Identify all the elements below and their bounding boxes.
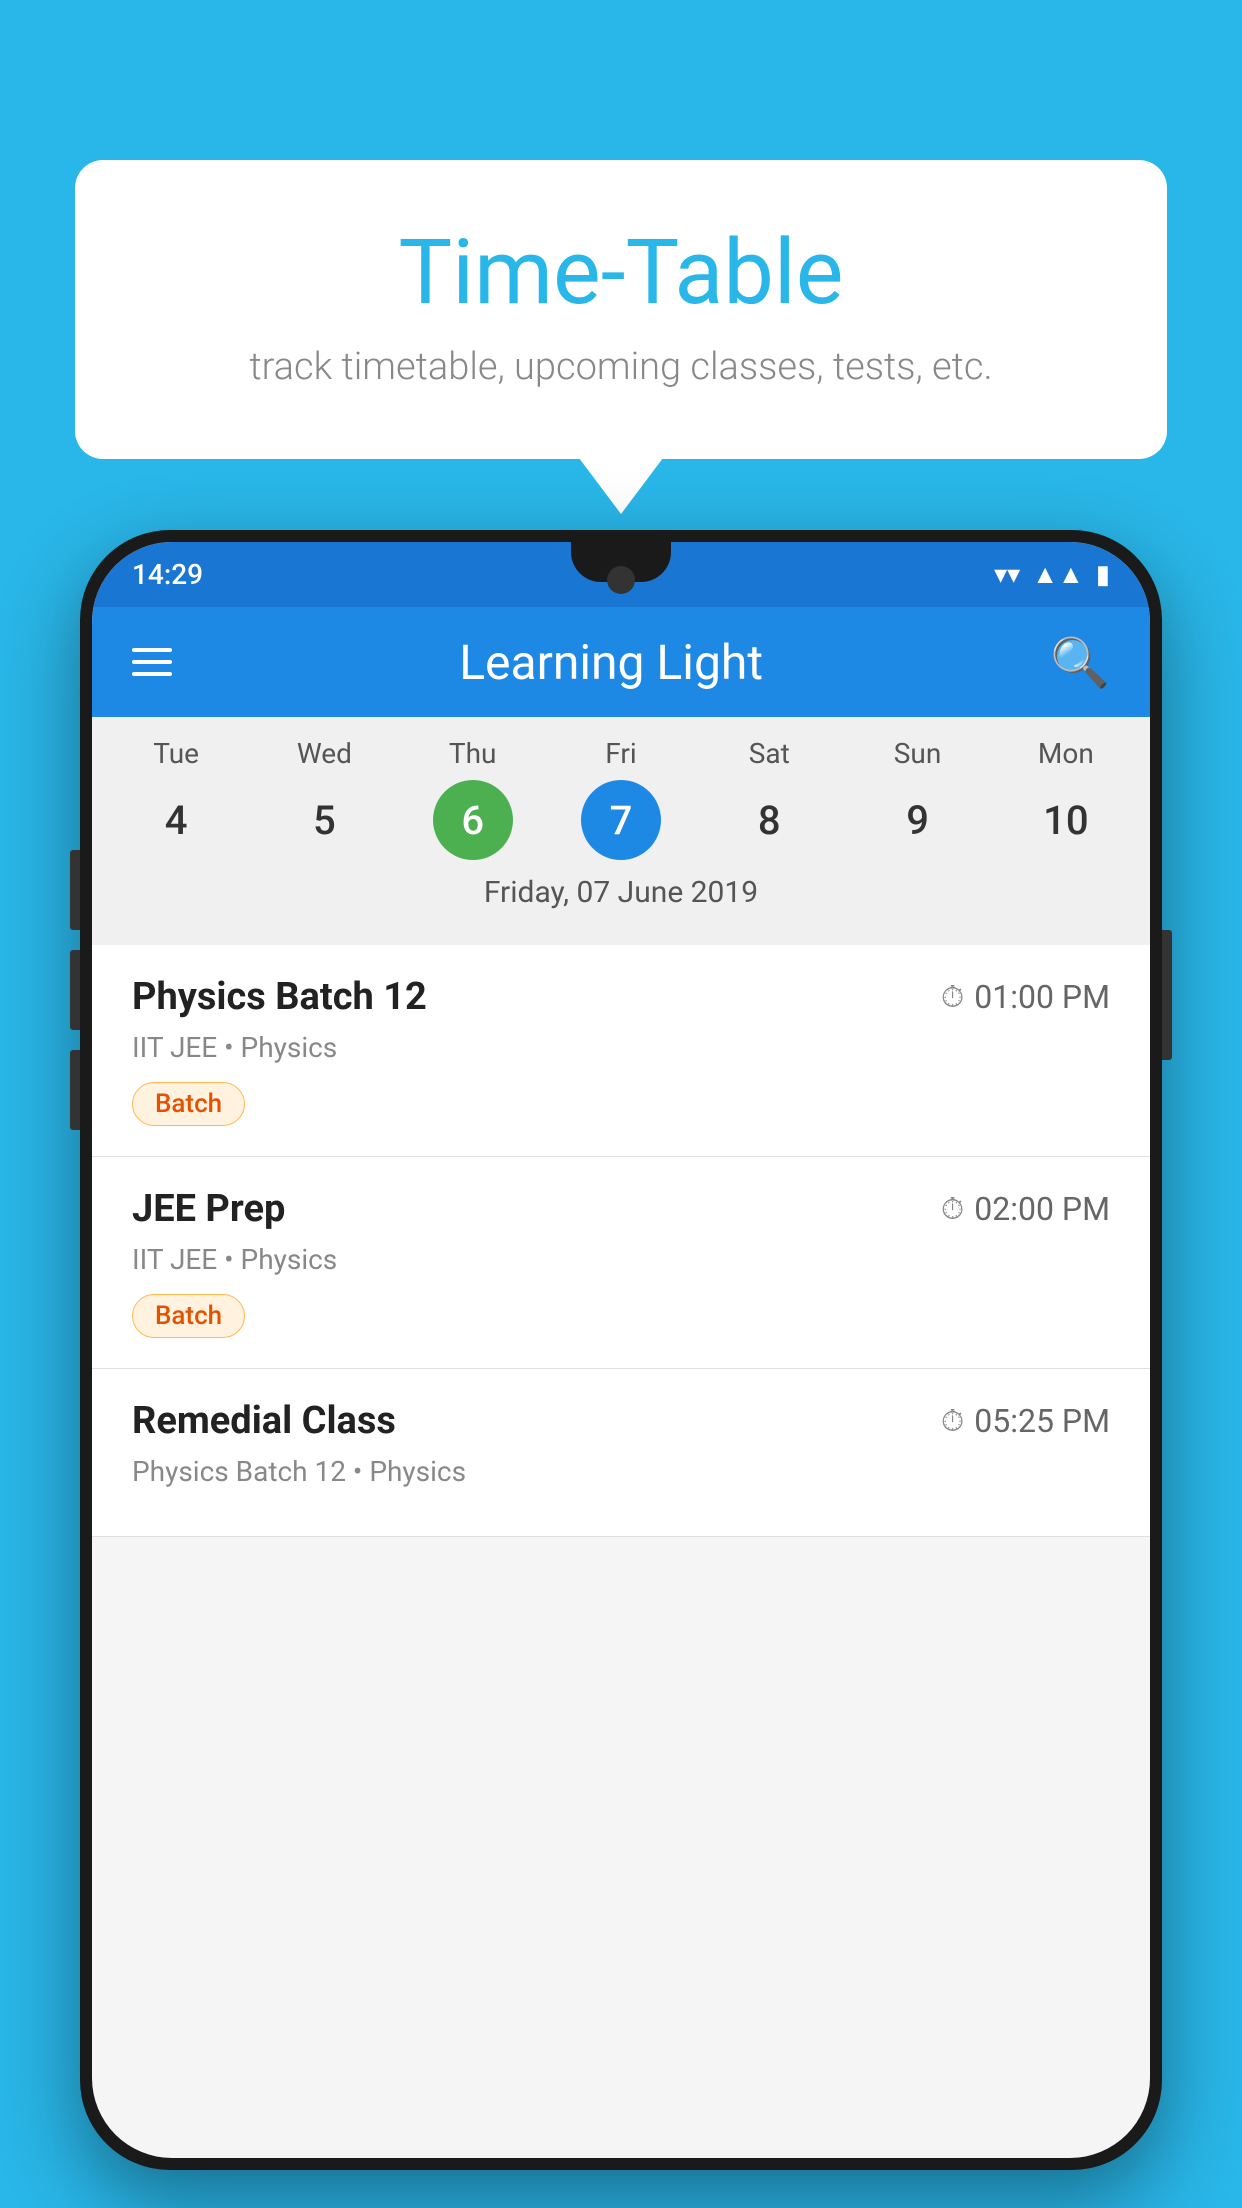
schedule-item-2[interactable]: JEE Prep ⏱ 02:00 PM IIT JEE • Physics Ba…: [92, 1157, 1150, 1369]
day-6-today[interactable]: 6: [433, 780, 513, 860]
day-label-sun: Sun: [843, 737, 991, 770]
schedule-subtitle-3: Physics Batch 12 • Physics: [132, 1455, 1110, 1488]
day-label-tue: Tue: [102, 737, 250, 770]
speech-bubble: Time-Table track timetable, upcoming cla…: [75, 160, 1167, 459]
schedule-item-1[interactable]: Physics Batch 12 ⏱ 01:00 PM IIT JEE • Ph…: [92, 945, 1150, 1157]
bubble-title: Time-Table: [155, 220, 1087, 325]
bubble-subtitle: track timetable, upcoming classes, tests…: [155, 345, 1087, 389]
day-numbers: 4 5 6 7 8 9 10: [92, 780, 1150, 860]
schedule-time-1: ⏱ 01:00 PM: [941, 978, 1110, 1016]
menu-button[interactable]: [132, 648, 172, 676]
day-label-sat: Sat: [695, 737, 843, 770]
schedule-title-1: Physics Batch 12: [132, 975, 427, 1019]
volume-down-button: [70, 950, 80, 1030]
power-button: [1162, 930, 1172, 1060]
schedule-title-3: Remedial Class: [132, 1399, 396, 1443]
clock-icon-2: ⏱: [941, 1192, 964, 1227]
app-title: Learning Light: [459, 634, 763, 691]
phone-screen: 14:29 ▾▾ ▲▲ ▮ Learning Light 🔍: [92, 542, 1150, 2158]
day-label-wed: Wed: [250, 737, 398, 770]
app-bar: Learning Light 🔍: [92, 607, 1150, 717]
day-5[interactable]: 5: [284, 780, 364, 860]
day-labels: Tue Wed Thu Fri Sat Sun Mon: [92, 737, 1150, 770]
status-icons: ▾▾ ▲▲ ▮: [994, 559, 1110, 590]
schedule-time-3: ⏱ 05:25 PM: [941, 1402, 1110, 1440]
day-8[interactable]: 8: [729, 780, 809, 860]
batch-badge-1: Batch: [132, 1082, 245, 1126]
silent-button: [70, 1050, 80, 1130]
schedule-time-2: ⏱ 02:00 PM: [941, 1190, 1110, 1228]
schedule-subtitle-1: IIT JEE • Physics: [132, 1031, 1110, 1064]
battery-icon: ▮: [1096, 560, 1110, 590]
phone-wrapper: 14:29 ▾▾ ▲▲ ▮ Learning Light 🔍: [80, 530, 1162, 2208]
signal-icon: ▲▲: [1032, 559, 1083, 590]
day-label-fri: Fri: [547, 737, 695, 770]
clock-icon-3: ⏱: [941, 1404, 964, 1439]
phone-notch: [571, 542, 671, 582]
wifi-icon: ▾▾: [994, 560, 1020, 590]
day-label-thu: Thu: [399, 737, 547, 770]
day-7-selected[interactable]: 7: [581, 780, 661, 860]
batch-badge-2: Batch: [132, 1294, 245, 1338]
day-10[interactable]: 10: [1026, 780, 1106, 860]
day-9[interactable]: 9: [878, 780, 958, 860]
clock-icon-1: ⏱: [941, 980, 964, 1015]
phone-frame: 14:29 ▾▾ ▲▲ ▮ Learning Light 🔍: [80, 530, 1162, 2170]
status-time: 14:29: [132, 558, 203, 591]
selected-date: Friday, 07 June 2019: [92, 860, 1150, 930]
day-label-mon: Mon: [992, 737, 1140, 770]
search-button[interactable]: 🔍: [1050, 634, 1110, 691]
schedule-title-2: JEE Prep: [132, 1187, 285, 1231]
schedule-item-3[interactable]: Remedial Class ⏱ 05:25 PM Physics Batch …: [92, 1369, 1150, 1537]
schedule-subtitle-2: IIT JEE • Physics: [132, 1243, 1110, 1276]
day-4[interactable]: 4: [136, 780, 216, 860]
front-camera: [607, 566, 635, 594]
calendar-strip: Tue Wed Thu Fri Sat Sun Mon 4 5 6 7 8 9 …: [92, 717, 1150, 945]
schedule-list: Physics Batch 12 ⏱ 01:00 PM IIT JEE • Ph…: [92, 945, 1150, 1537]
volume-up-button: [70, 850, 80, 930]
